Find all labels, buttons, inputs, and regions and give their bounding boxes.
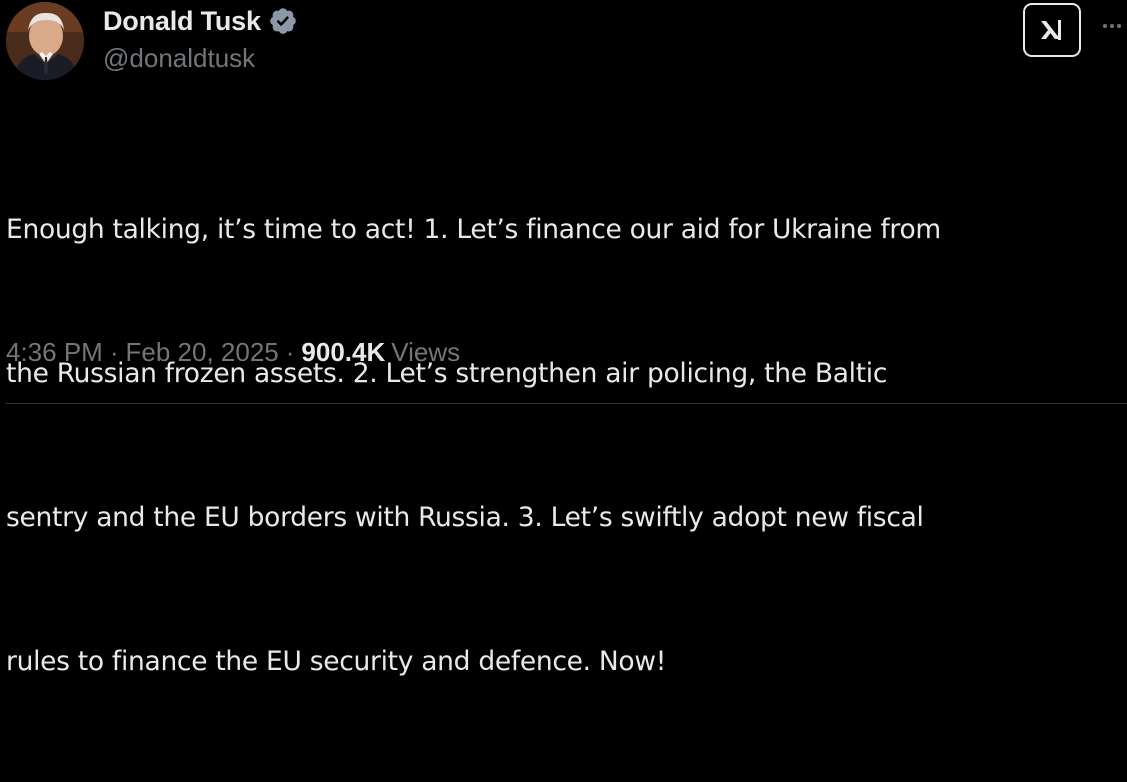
meta-separator: ·: [109, 336, 119, 367]
author-handle[interactable]: @donaldtusk: [103, 43, 255, 74]
tweet-text-line: rules to finance the EU security and def…: [6, 646, 667, 677]
views-count: 900.4K: [301, 336, 386, 367]
divider: [6, 403, 1127, 404]
verified-badge-icon[interactable]: [268, 6, 298, 36]
tweet-date[interactable]: Feb 20, 2025: [126, 337, 279, 368]
tweet-text: Enough talking, it’s time to act! 1. Let…: [6, 110, 1116, 782]
grok-button[interactable]: [1023, 3, 1081, 57]
avatar[interactable]: [6, 2, 84, 80]
views-label: Views: [391, 336, 461, 367]
author-name-row: Donald Tusk: [103, 4, 298, 38]
avatar-photo: [6, 2, 84, 80]
tweet-text-line: sentry and the EU borders with Russia. 3…: [6, 502, 924, 533]
author-display-name[interactable]: Donald Tusk: [103, 6, 261, 37]
meta-separator: ·: [285, 336, 295, 367]
grok-icon: [1041, 20, 1061, 40]
tweet-meta: 4:36 PM · Feb 20, 2025 · 900.4K Views: [6, 334, 460, 370]
tweet-time[interactable]: 4:36 PM: [6, 337, 103, 368]
tweet: Donald Tusk @donaldtusk Enough talking, …: [0, 0, 1127, 677]
more-options-button[interactable]: [1100, 14, 1124, 38]
more-dots-icon: [1103, 24, 1121, 28]
tweet-text-line: Enough talking, it’s time to act! 1. Let…: [6, 214, 941, 245]
